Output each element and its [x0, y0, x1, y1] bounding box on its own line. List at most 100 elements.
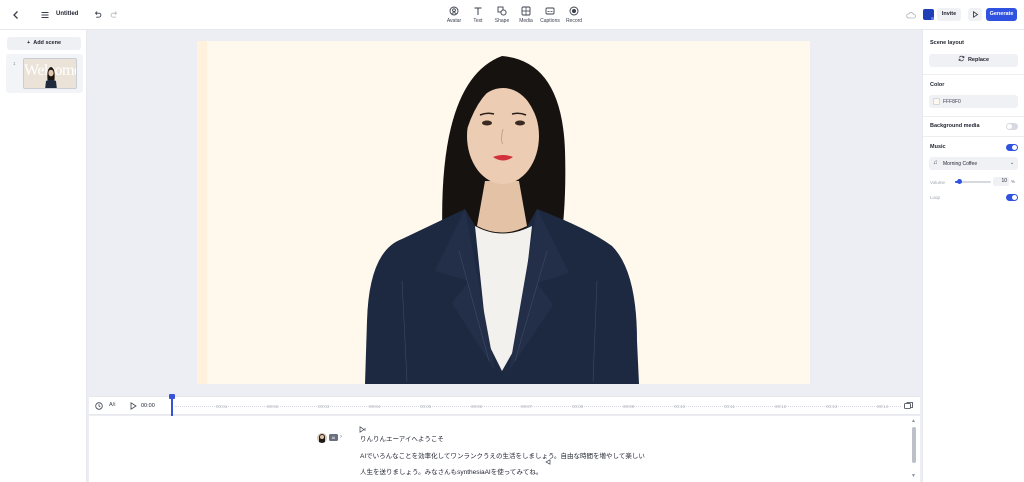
hamburger-menu-icon[interactable]	[40, 10, 50, 20]
timeline-tick: 00:08	[572, 404, 584, 409]
volume-unit: %	[1011, 179, 1016, 184]
color-hex-value[interactable]: FFF8F0	[943, 99, 961, 105]
replace-icon	[958, 55, 965, 62]
scene-thumbnail[interactable]: Welcome	[23, 58, 77, 89]
timeline-tick: 00:05	[420, 404, 432, 409]
redo-icon[interactable]	[110, 10, 119, 19]
music-toggle[interactable]	[1006, 144, 1018, 151]
timeline-tick: 00:07	[521, 404, 533, 409]
tool-captions[interactable]: Captions	[537, 6, 563, 24]
background-color-picker[interactable]: FFF8F0	[929, 95, 1018, 108]
tool-shape-label: Shape	[494, 18, 510, 24]
timeline-bar[interactable]: A/i 00:00 00:01 00:02 00:03 00:04 00:05 …	[89, 394, 920, 416]
loop-label: Loop	[930, 195, 941, 200]
add-scene-label: Add scene	[33, 40, 62, 46]
music-track-name: Morning Coffee	[943, 161, 978, 167]
scroll-up-arrow-icon[interactable]: ▲	[911, 418, 916, 424]
volume-label: Volume	[930, 180, 946, 185]
scene-sidebar: + Add scene 1 Welcome	[0, 30, 87, 482]
generate-button[interactable]: Generate	[986, 8, 1017, 21]
tool-media-label: Media	[519, 18, 533, 24]
loop-toggle[interactable]	[1006, 194, 1018, 201]
tool-media[interactable]: Media	[513, 6, 539, 24]
scrollbar-thumb[interactable]	[912, 427, 916, 463]
avatar-icon	[449, 6, 459, 16]
script-line[interactable]: 人生を送りましょう。みなさんもsynthesiaAIを使ってみてね。	[360, 466, 542, 476]
timeline-tick: 00:03	[318, 404, 330, 409]
back-arrow-icon[interactable]	[10, 9, 22, 21]
shape-icon	[497, 6, 507, 16]
ai-script-toggle[interactable]: A/i	[109, 402, 115, 408]
timeline-tick: 00:10	[674, 404, 686, 409]
background-media-label: Background media	[930, 123, 980, 129]
volume-slider-knob[interactable]	[956, 179, 962, 184]
volume-slider[interactable]	[955, 179, 991, 184]
play-voice-icon[interactable]	[359, 426, 366, 433]
top-toolbar: Untitled Avatar Text Shape Media Caption…	[0, 0, 1024, 30]
clock-icon[interactable]	[95, 402, 103, 410]
invite-button[interactable]: Invite	[937, 8, 961, 21]
timeline-playhead[interactable]	[169, 394, 175, 416]
script-line[interactable]: AIでいろんなことを効率化してワンランクうえの生活をしましょう。自由な時間を増や…	[360, 450, 645, 460]
timeline-tick: 00:13	[826, 404, 838, 409]
color-swatch[interactable]	[933, 98, 940, 105]
timeline-play-icon[interactable]	[130, 402, 137, 410]
project-title[interactable]: Untitled	[56, 11, 78, 17]
script-scrollbar[interactable]	[910, 418, 918, 480]
tool-avatar-label: Avatar	[446, 18, 462, 24]
current-time: 00:00	[141, 403, 155, 409]
divider	[923, 74, 1024, 75]
captions-icon	[545, 7, 555, 15]
tool-record[interactable]: Record	[561, 6, 587, 24]
tool-captions-label: Captions	[540, 18, 560, 24]
preview-play-button[interactable]	[968, 8, 982, 21]
timeline-tick: 00:14	[877, 404, 889, 409]
play-icon	[973, 10, 979, 19]
chevron-right-icon[interactable]: ›	[340, 434, 342, 440]
background-media-toggle[interactable]	[1006, 123, 1018, 130]
scene-number: 1	[13, 61, 16, 66]
insert-pause-icon[interactable]	[545, 459, 551, 465]
timeline-tick: 00:11	[724, 404, 735, 409]
replace-label: Replace	[967, 57, 990, 63]
properties-panel: Scene layout Replace Color FFF8F0 Backgr…	[922, 30, 1024, 482]
video-canvas[interactable]	[197, 41, 810, 384]
presenter-avatar-image[interactable]	[197, 41, 810, 384]
timeline-tick: 00:04	[369, 404, 381, 409]
divider	[923, 116, 1024, 117]
music-note-icon: ♫	[933, 160, 938, 166]
tool-record-label: Record	[565, 18, 583, 24]
scroll-down-arrow-icon[interactable]: ▼	[911, 473, 916, 479]
scene-thumbnail-avatar	[45, 67, 57, 88]
undo-icon[interactable]	[93, 10, 102, 19]
media-icon	[521, 6, 531, 16]
volume-input[interactable]: 10	[993, 177, 1009, 186]
chevron-down-icon: ⌄	[1010, 160, 1015, 166]
add-scene-button[interactable]: + Add scene	[7, 37, 81, 50]
timeline-settings-icon[interactable]	[904, 402, 913, 410]
tool-shape[interactable]: Shape	[489, 6, 515, 24]
cloud-sync-icon	[906, 12, 916, 19]
timeline-track[interactable]	[175, 406, 901, 407]
script-avatar-thumbnail[interactable]	[317, 433, 327, 443]
timeline-tick: 00:06	[471, 404, 483, 409]
music-track-select[interactable]: ♫ Morning Coffee ⌄	[929, 157, 1018, 170]
timeline-tick: 00:09	[623, 404, 635, 409]
script-editor[interactable]: AI › りんりんエーアイへようこそ AIでいろんなことを効率化してワンランクう…	[89, 416, 920, 482]
timeline-tick: 00:01	[216, 404, 228, 409]
tool-avatar[interactable]: Avatar	[441, 6, 467, 24]
replace-layout-button[interactable]: Replace	[929, 54, 1018, 67]
text-icon	[474, 7, 482, 15]
timeline-tick: 00:02	[267, 404, 279, 409]
timeline-tick: 00:12	[775, 404, 787, 409]
music-label: Music	[930, 144, 946, 150]
user-status-dot	[931, 17, 934, 20]
script-avatar-tag: AI	[329, 434, 338, 441]
record-icon	[569, 6, 579, 16]
tool-text[interactable]: Text	[465, 6, 491, 24]
tool-text-label: Text	[473, 18, 483, 24]
script-line[interactable]: りんりんエーアイへようこそ	[360, 433, 444, 443]
color-heading: Color	[930, 82, 945, 88]
divider	[923, 136, 1024, 137]
scene-layout-heading: Scene layout	[930, 40, 964, 46]
